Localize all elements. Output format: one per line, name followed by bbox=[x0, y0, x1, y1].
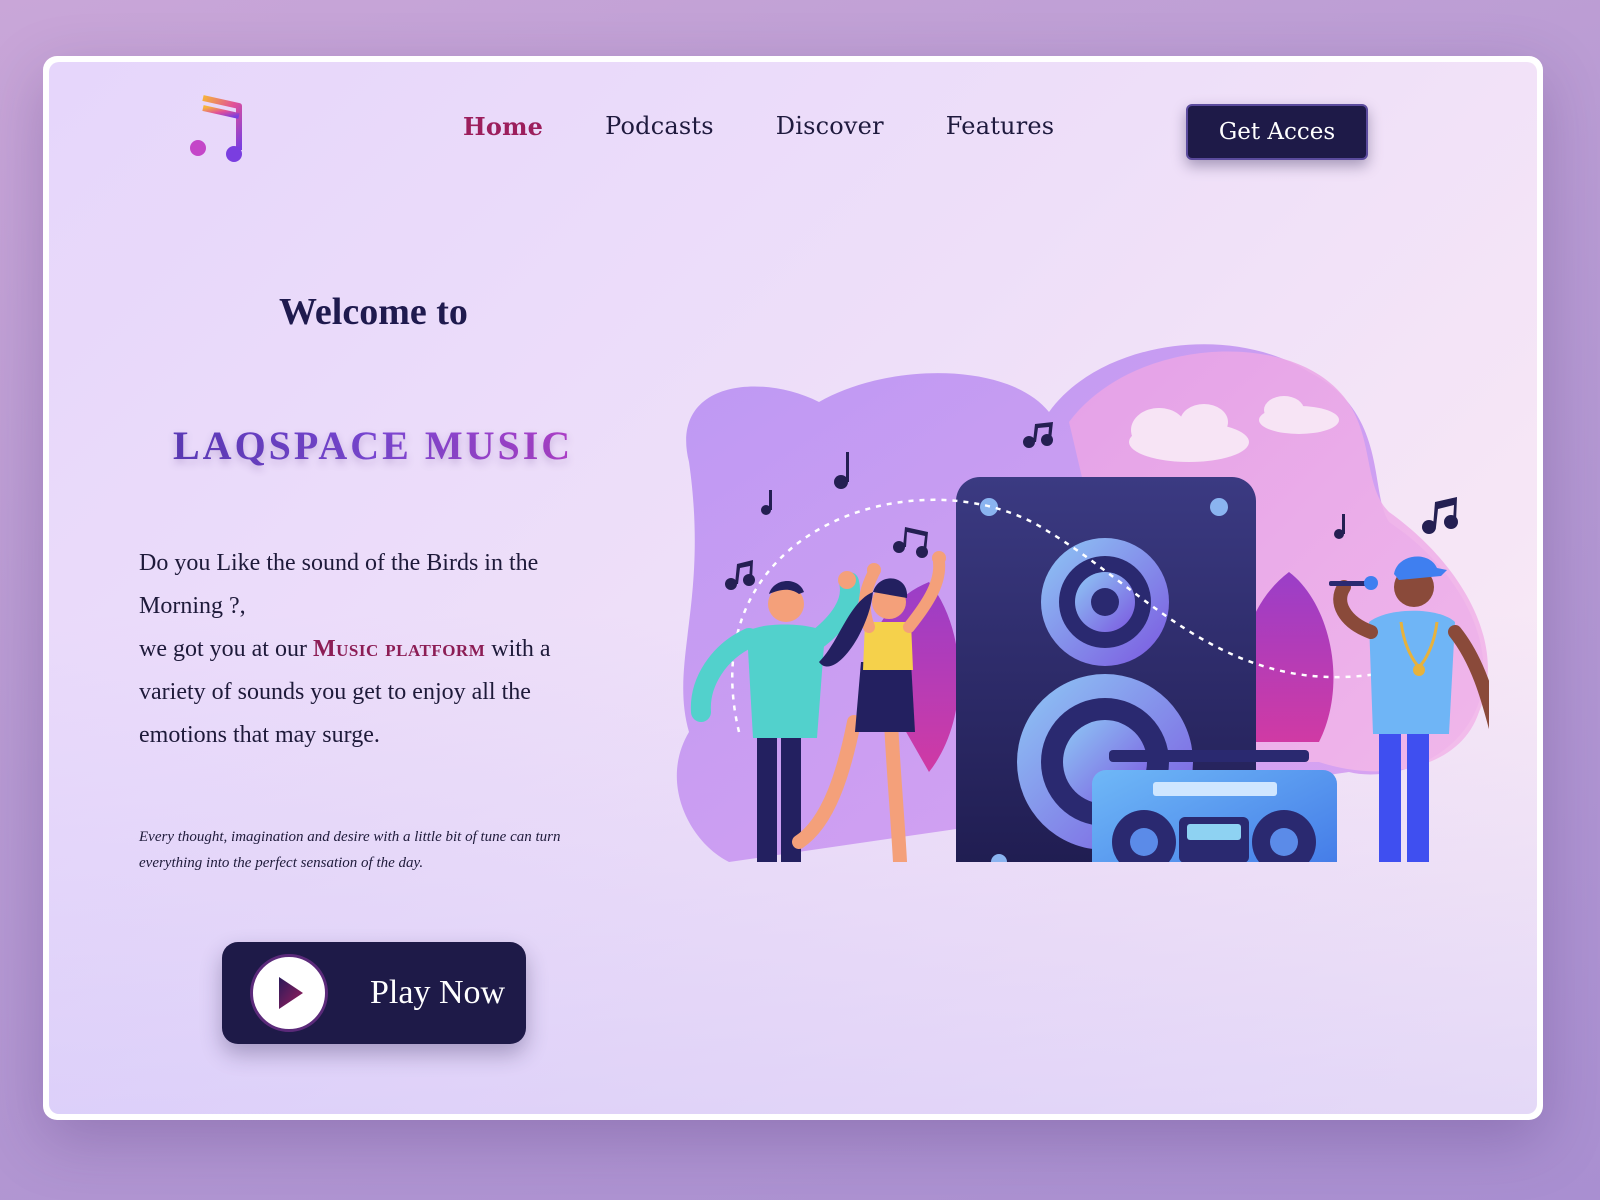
music-note-icon[interactable] bbox=[189, 92, 249, 172]
nav-home[interactable]: Home bbox=[463, 112, 543, 141]
nav-discover[interactable]: Discover bbox=[776, 112, 884, 141]
play-now-button[interactable]: Play Now bbox=[222, 942, 526, 1044]
page-canvas: Home Podcasts Discover Features Get Acce… bbox=[49, 62, 1537, 1114]
desc-line-2-pre: we got you at our bbox=[139, 636, 307, 662]
welcome-heading: Welcome to bbox=[279, 291, 468, 333]
desc-highlight: Music platform bbox=[312, 636, 486, 662]
play-icon-circle bbox=[250, 954, 328, 1032]
play-now-label: Play Now bbox=[370, 974, 506, 1011]
play-icon bbox=[279, 977, 303, 1009]
nav-features[interactable]: Features bbox=[946, 112, 1055, 141]
desc-line-1: Do you Like the sound of the Birds in th… bbox=[139, 550, 539, 619]
get-access-button[interactable]: Get Acces bbox=[1186, 104, 1368, 160]
hero-quote: Every thought, imagination and desire wi… bbox=[139, 829, 561, 871]
main-nav: Home Podcasts Discover Features bbox=[463, 112, 1116, 141]
nav-podcasts[interactable]: Podcasts bbox=[605, 112, 714, 141]
brand-title: LAQSPACE MUSIC bbox=[173, 423, 574, 468]
app-window: Home Podcasts Discover Features Get Acce… bbox=[43, 56, 1543, 1120]
hero-description: Do you Like the sound of the Birds in th… bbox=[139, 542, 599, 757]
music-party-illustration bbox=[676, 344, 1489, 862]
